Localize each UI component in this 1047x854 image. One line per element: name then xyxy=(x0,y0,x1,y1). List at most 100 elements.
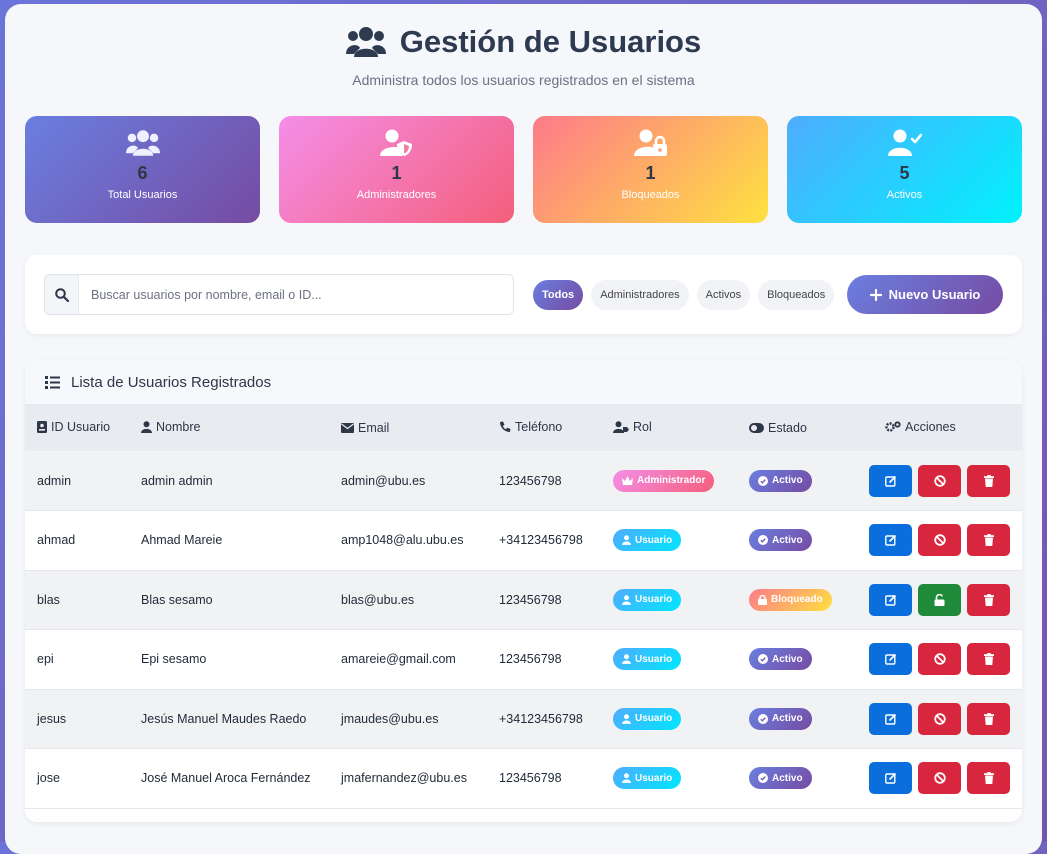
check-circle-icon xyxy=(758,475,768,486)
role-label: Usuario xyxy=(635,653,673,665)
cell-id: epi xyxy=(37,652,54,667)
new-user-button[interactable]: Nuevo Usuario xyxy=(847,275,1003,314)
trash-icon xyxy=(983,593,994,606)
block-button[interactable] xyxy=(918,702,961,735)
id-card-icon xyxy=(37,421,47,433)
cell-email: amp1048@alu.ubu.es xyxy=(341,533,464,548)
role-badge: Usuario xyxy=(613,588,682,611)
column-header-rol: Rol xyxy=(601,405,737,451)
table-row: jesus Jesús Manuel Maudes Raedo jmaudes@ub… xyxy=(25,689,1022,749)
edit-icon xyxy=(884,653,897,665)
column-label: ID Usuario xyxy=(51,420,111,434)
crown-icon xyxy=(622,476,633,485)
stat-card-admins: 1 Administradores xyxy=(279,116,514,223)
role-label: Usuario xyxy=(635,534,673,546)
status-badge: Bloqueado xyxy=(749,588,832,611)
block-button[interactable] xyxy=(918,524,961,557)
edit-button[interactable] xyxy=(869,524,912,557)
delete-button[interactable] xyxy=(967,762,1010,795)
column-label: Nombre xyxy=(156,420,201,434)
delete-button[interactable] xyxy=(967,464,1010,497)
search-icon xyxy=(45,275,79,314)
cell-id: jesus xyxy=(37,711,67,726)
cell-actions xyxy=(849,749,1022,809)
edit-button[interactable] xyxy=(869,762,912,795)
stat-value: 5 xyxy=(899,163,910,183)
role-badge: Administrador xyxy=(613,469,715,492)
users-icon xyxy=(125,129,160,157)
column-label: Acciones xyxy=(905,420,956,434)
block-button[interactable] xyxy=(918,464,961,497)
search-box xyxy=(44,274,514,315)
column-header-estado: Estado xyxy=(737,405,849,451)
cell-actions xyxy=(849,689,1022,749)
cell-role: Usuario xyxy=(601,630,737,690)
check-circle-icon xyxy=(758,773,768,784)
edit-button[interactable] xyxy=(869,464,912,497)
unlock-button[interactable] xyxy=(918,583,961,616)
stat-label: Bloqueados xyxy=(621,189,680,201)
cell-role: Usuario xyxy=(601,749,737,809)
delete-button[interactable] xyxy=(967,524,1010,557)
users-panel: Lista de Usuarios Registrados ID Usuario… xyxy=(25,360,1022,822)
block-button[interactable] xyxy=(918,762,961,795)
stats-row: 6 Total Usuarios 1 Administradores 1 Blo… xyxy=(25,116,1022,223)
delete-button[interactable] xyxy=(967,643,1010,676)
stat-label: Total Usuarios xyxy=(107,189,178,201)
main-container: Gestión de Usuarios Administra todos los… xyxy=(5,4,1042,854)
user-icon xyxy=(622,773,631,784)
ban-icon xyxy=(933,772,946,784)
toolbar: Todos Administradores Activos Bloqueados… xyxy=(25,255,1022,334)
stat-label: Administradores xyxy=(356,189,437,201)
filter-activos[interactable]: Activos xyxy=(696,280,751,310)
status-badge: Activo xyxy=(749,767,812,790)
table-row: epi Epi sesamo amareie@gmail.com 123456798 U… xyxy=(25,629,1022,690)
edit-button[interactable] xyxy=(869,702,912,735)
user-icon xyxy=(141,421,152,433)
cell-name: Jesús Manuel Maudes Raedo xyxy=(141,711,307,726)
cell-actions xyxy=(849,451,1022,511)
column-label: Teléfono xyxy=(515,420,563,434)
block-button[interactable] xyxy=(918,643,961,676)
edit-button[interactable] xyxy=(869,643,912,676)
column-header-nombre: Nombre xyxy=(129,405,329,451)
cell-email: admin@ubu.es xyxy=(341,473,426,488)
stat-card-active: 5 Activos xyxy=(787,116,1022,223)
status-label: Activo xyxy=(772,534,803,546)
status-badge: Activo xyxy=(749,648,812,671)
role-label: Administrador xyxy=(637,475,706,486)
table-body: admin admin admin admin@ubu.es 123456798 Adm… xyxy=(25,451,1022,808)
trash-icon xyxy=(983,712,994,725)
cell-name: Epi sesamo xyxy=(141,652,207,667)
cell-role: Usuario xyxy=(601,511,737,571)
cell-phone: 123456798 xyxy=(499,652,562,667)
delete-button[interactable] xyxy=(967,583,1010,616)
unlock-icon xyxy=(934,593,945,606)
filter-bloqueados[interactable]: Bloqueados xyxy=(758,280,835,310)
cell-phone: +34123456798 xyxy=(499,533,583,548)
cell-name: José Manuel Aroca Fernández xyxy=(141,771,311,786)
search-input[interactable] xyxy=(79,287,499,302)
trash-icon xyxy=(983,474,994,487)
cell-email: jmafernandez@ubu.es xyxy=(341,771,467,786)
new-user-label: Nuevo Usuario xyxy=(888,287,981,302)
cell-role: Usuario xyxy=(601,570,737,630)
users-table: ID Usuario Nombre Email Teléfono Rol Est… xyxy=(25,405,1022,809)
cell-email: blas@ubu.es xyxy=(341,592,415,607)
filter-administradores[interactable]: Administradores xyxy=(591,280,689,310)
cell-status: Activo xyxy=(737,511,849,571)
cell-id: jose xyxy=(37,771,60,786)
cell-status: Activo xyxy=(737,749,849,809)
filter-group: Todos Administradores Activos Bloqueados xyxy=(533,280,835,310)
plus-icon xyxy=(869,288,882,301)
cell-id: ahmad xyxy=(37,533,76,548)
stat-value: 6 xyxy=(137,163,148,183)
edit-button[interactable] xyxy=(869,583,912,616)
cell-role: Administrador xyxy=(601,451,737,511)
filter-todos[interactable]: Todos xyxy=(533,280,584,310)
delete-button[interactable] xyxy=(967,702,1010,735)
cell-actions xyxy=(849,511,1022,571)
column-header-acciones: Acciones xyxy=(849,405,1022,451)
ban-icon xyxy=(933,534,946,546)
column-header-id: ID Usuario xyxy=(25,405,129,451)
